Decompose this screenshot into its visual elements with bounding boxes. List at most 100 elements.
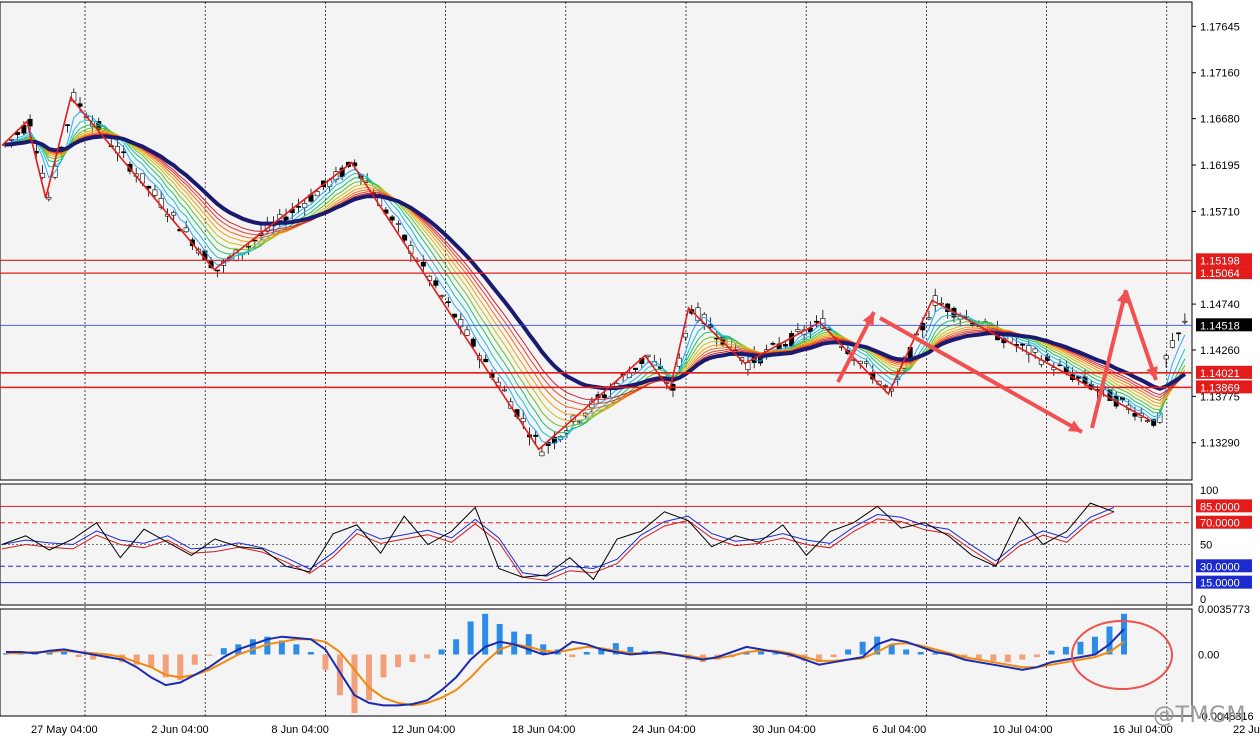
macd-histogram-bar [308,652,314,655]
candle-body [184,228,188,232]
candle-body [746,363,750,370]
x-tick-label: 6 Jul 04:00 [872,724,926,736]
watermark: @TMGM [1153,703,1246,728]
candle-body [47,197,51,199]
candle-body [390,217,394,220]
macd-histogram-bar [831,655,837,658]
candle-body [502,390,506,391]
macd-histogram-bar [1034,655,1040,658]
x-tick-label: 24 Jun 04:00 [632,724,696,736]
stoch-level-label: 85.0000 [1200,501,1240,513]
candle-body [421,262,425,266]
candle-body [396,224,400,225]
macd-histogram-bar [192,655,198,665]
macd-histogram-bar [1005,655,1011,663]
macd-histogram-bar [1063,647,1069,655]
level-label: 1.14021 [1200,368,1240,380]
candle-body [534,435,538,436]
x-tick-label: 8 Jun 04:00 [271,724,329,736]
candle-body [783,344,787,346]
y-tick-label: 1.16680 [1200,114,1240,126]
candle-body [147,186,151,188]
y-tick-label: 1.17645 [1200,21,1240,33]
macd-histogram-bar [468,621,474,654]
stoch-y-label: 100 [1200,485,1218,497]
macd-histogram-bar [903,649,909,654]
candle-body [1020,344,1024,345]
macd-histogram-bar [351,655,357,714]
y-tick-label: 1.17160 [1200,68,1240,80]
macd-histogram-bar [76,655,82,658]
macd-histogram-bar [990,655,996,661]
candle-body [927,318,931,320]
candle-body [683,333,687,337]
macd-histogram-bar [250,639,256,654]
current-price-label: 1.14518 [1200,320,1240,332]
macd-histogram-bar [148,655,154,668]
macd-y-label: 0.00 [1198,650,1219,662]
candle-body [402,235,406,240]
candle-body [434,281,438,286]
macd-histogram-bar [845,649,851,654]
candle-body [1145,421,1149,422]
macd-histogram-bar [410,655,416,663]
candle-body [883,385,887,386]
x-tick-label: 10 Jul 04:00 [993,724,1053,736]
macd-y-label: 0.0035773 [1198,604,1250,616]
x-tick-label: 27 May 04:00 [31,724,98,736]
candle-body [296,206,300,207]
x-tick-label: 2 Jun 04:00 [151,724,209,736]
x-tick-label: 30 Jun 04:00 [752,724,816,736]
macd-histogram-bar [381,655,387,678]
chart-canvas: 27 May 04:00 2 Jun 04:00 8 Jun 04:00 12 Jun… [0,0,1260,736]
macd-histogram-bar [1019,655,1025,660]
y-tick-label: 1.14260 [1200,345,1240,357]
candle-body [9,139,13,140]
candle-body [771,343,775,344]
stoch-level-label: 30.0000 [1200,561,1240,573]
macd-histogram-bar [424,655,430,659]
candle-body [484,359,488,362]
candle-body [633,368,637,370]
macd-histogram-bar [395,655,401,668]
macd-histogram-bar [860,642,866,655]
candle-body [315,191,319,195]
macd-histogram-bar [293,644,299,654]
macd-histogram-bar [932,653,938,654]
level-label: 1.15064 [1200,268,1240,280]
candle-body [465,330,469,336]
macd-histogram-bar [526,634,532,654]
candle-body [540,452,544,456]
candle-body [602,395,606,398]
stoch-level-label: 70.0000 [1200,518,1240,530]
y-tick-label: 1.16195 [1200,160,1240,172]
candle-body [153,190,157,196]
macd-histogram-bar [322,655,328,670]
candle-body [814,321,818,322]
macd-histogram-bar [773,653,779,654]
candle-body [646,355,650,356]
stoch-y-label: 50 [1200,540,1212,552]
candle-body [1183,321,1187,322]
macd-histogram-bar [1048,651,1054,655]
macd-histogram-bar [1077,642,1083,655]
macd-histogram-bar [584,652,590,655]
level-label: 1.13869 [1200,382,1240,394]
macd-histogram-bar [569,655,575,658]
candle-body [1176,333,1180,334]
macd-histogram-bar [453,639,459,654]
macd-histogram-bar [366,655,372,701]
candle-body [1170,341,1174,348]
macd-histogram-bar [206,655,212,656]
candle-body [521,418,525,421]
stoch-level-label: 15.0000 [1200,578,1240,590]
candle-body [796,329,800,331]
candle-body [246,246,250,247]
x-tick-label: 12 Jun 04:00 [392,724,456,736]
level-label: 1.15198 [1200,255,1240,267]
macd-histogram-bar [439,649,445,654]
y-tick-label: 1.13290 [1200,438,1240,450]
candle-body [1164,356,1168,359]
candle-body [1033,349,1037,352]
x-tick-label: 18 Jun 04:00 [512,724,576,736]
